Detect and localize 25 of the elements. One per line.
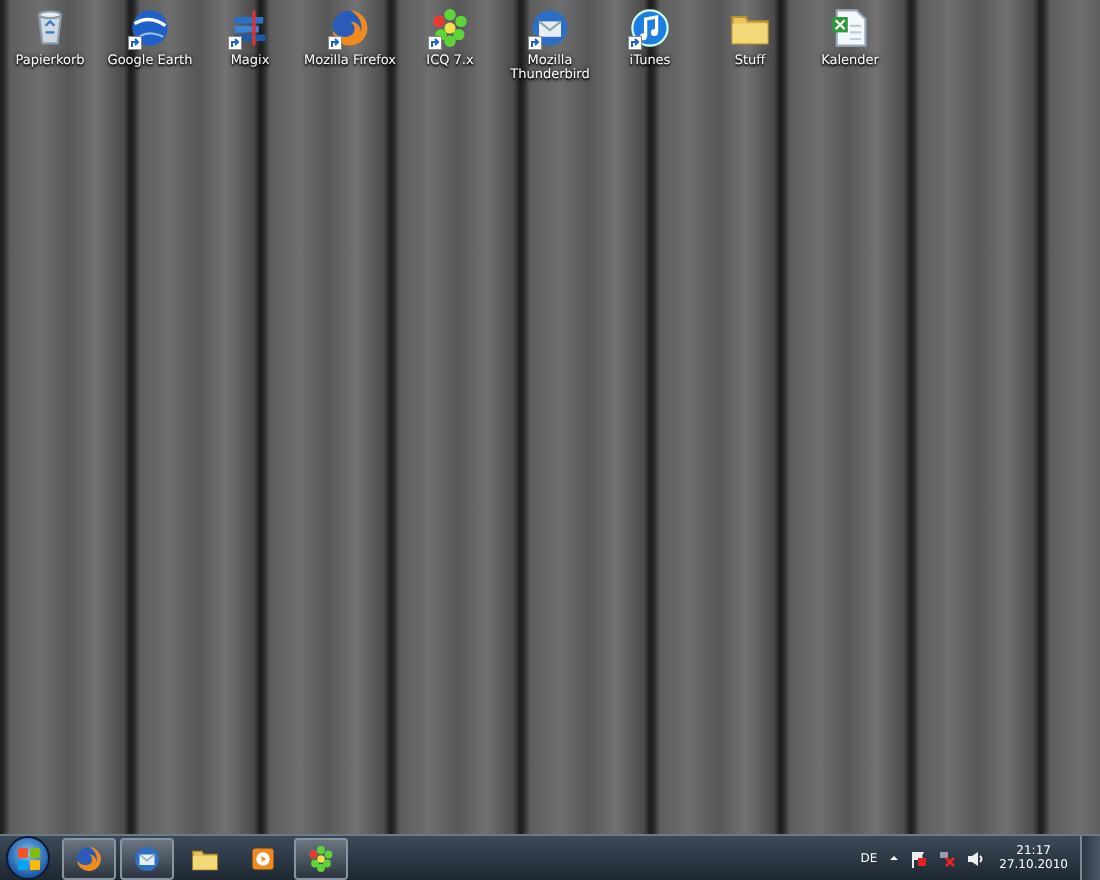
shortcut-arrow-icon bbox=[228, 36, 242, 50]
shortcut-arrow-icon bbox=[628, 36, 642, 50]
taskbar-button[interactable] bbox=[120, 837, 174, 879]
windows-logo-icon bbox=[17, 847, 39, 869]
show-desktop-button[interactable] bbox=[1080, 835, 1100, 880]
browser-icon[interactable] bbox=[328, 6, 372, 50]
player-icon bbox=[248, 843, 278, 873]
start-button[interactable] bbox=[6, 836, 50, 880]
network-error-icon[interactable] bbox=[937, 849, 956, 867]
mail-icon bbox=[132, 843, 162, 873]
music-icon[interactable] bbox=[628, 6, 672, 50]
shortcut-arrow-icon bbox=[128, 36, 142, 50]
flower-icon bbox=[306, 843, 336, 873]
shortcut-arrow-icon bbox=[328, 36, 342, 50]
flower-icon[interactable] bbox=[428, 6, 472, 50]
shortcut-arrow-icon bbox=[528, 36, 542, 50]
mail-icon[interactable] bbox=[528, 6, 572, 50]
show-hidden-icons-icon[interactable] bbox=[887, 852, 900, 864]
browser-icon bbox=[74, 843, 104, 873]
taskbar-button[interactable] bbox=[294, 837, 348, 879]
globe-icon[interactable] bbox=[128, 6, 172, 50]
flag-icon[interactable] bbox=[909, 849, 928, 867]
spreadsheet-icon[interactable] bbox=[828, 6, 872, 50]
speaker-icon[interactable] bbox=[965, 849, 984, 867]
shortcut-arrow-icon bbox=[428, 36, 442, 50]
